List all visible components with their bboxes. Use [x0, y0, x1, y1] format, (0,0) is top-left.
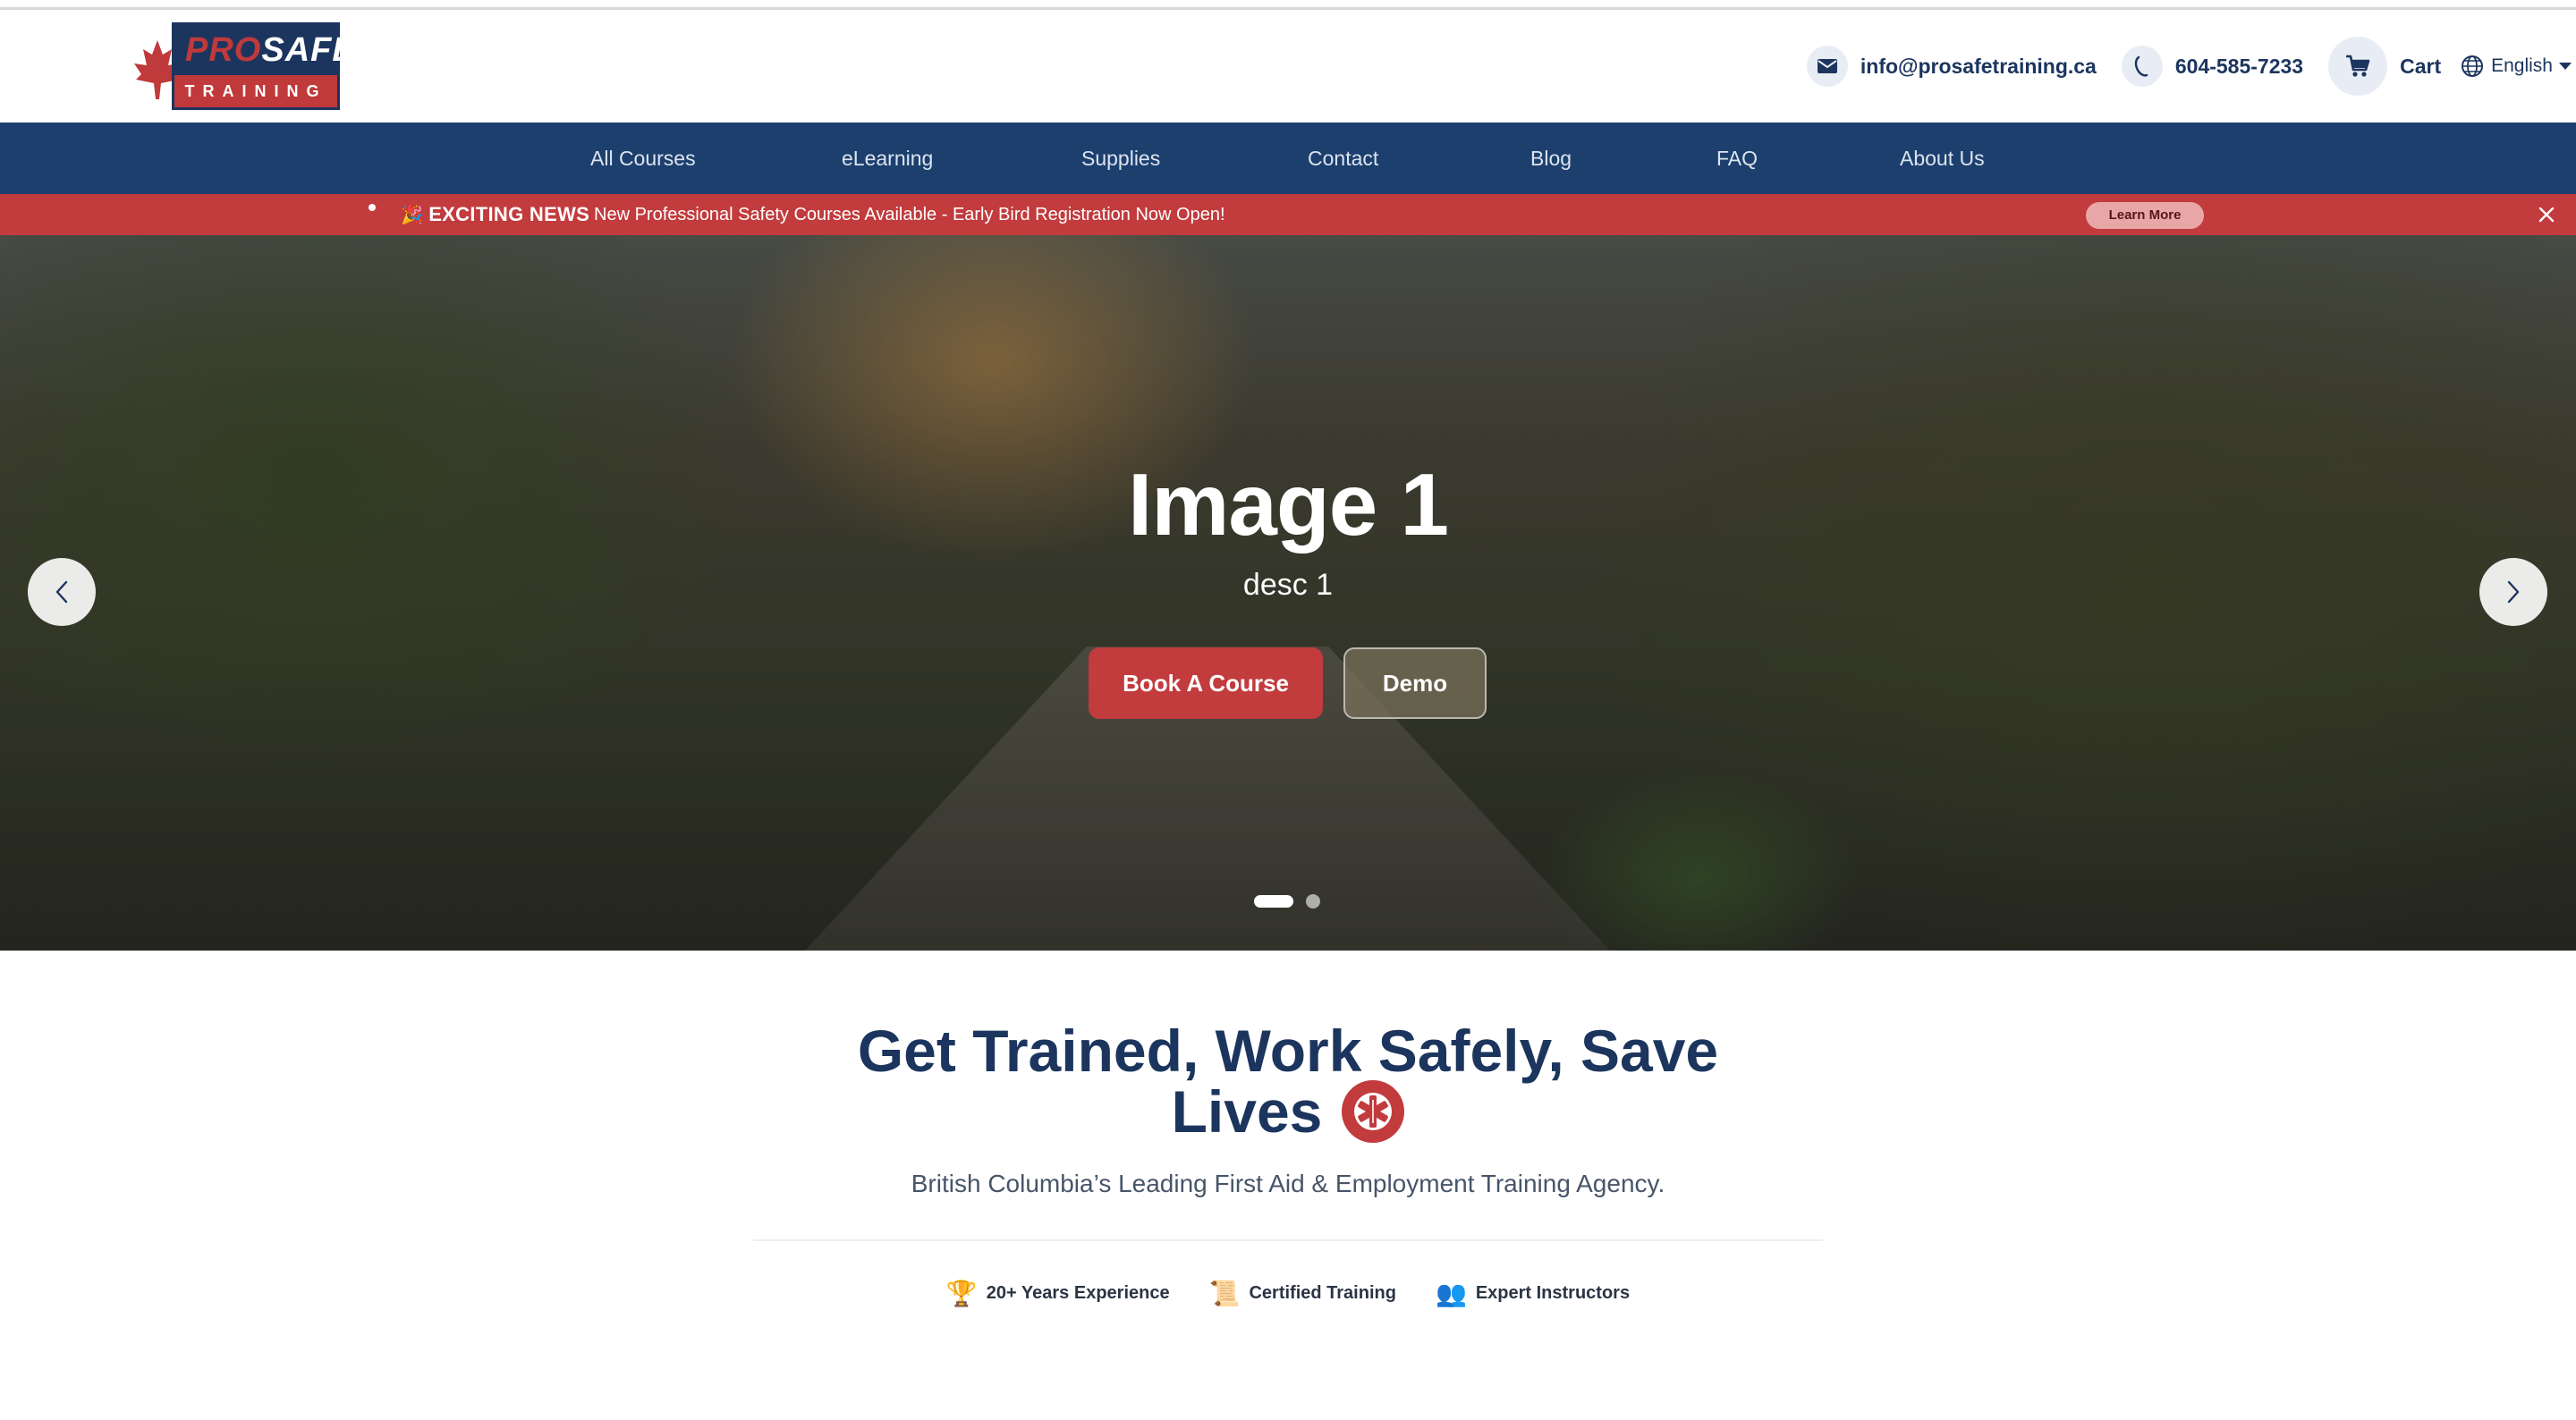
carousel-next-button[interactable] — [2479, 558, 2547, 626]
certificate-icon: 📜 — [1208, 1280, 1241, 1307]
intro-heading-line1: Get Trained, Work Safely, Save — [857, 1018, 1719, 1084]
language-selector[interactable]: English — [2491, 55, 2553, 77]
hero-carousel: Image 1 desc 1 Book A Course Demo — [0, 235, 2576, 951]
chevron-down-icon[interactable] — [2558, 61, 2572, 72]
announcement-dot — [369, 204, 376, 211]
feature-label: Certified Training — [1249, 1283, 1396, 1303]
email-link[interactable]: info@prosafetraining.ca — [1860, 55, 2097, 79]
announcement-message: New Professional Safety Courses Availabl… — [594, 205, 1225, 224]
logo-badge: PROSAFE TRAINING — [172, 22, 356, 110]
intro-heading-line2: Lives — [1171, 1078, 1323, 1145]
feature-label: Expert Instructors — [1475, 1283, 1631, 1303]
divider — [753, 1239, 1823, 1241]
chevron-left-icon — [55, 580, 68, 604]
prosafe-logo[interactable]: PROSAFE TRAINING — [132, 22, 356, 119]
phone-icon — [2121, 46, 2163, 87]
feature-item: 🏆 20+ Years Experience — [946, 1279, 1170, 1308]
feature-list: 🏆 20+ Years Experience 📜 Certified Train… — [0, 1279, 2576, 1308]
carousel-prev-button[interactable] — [28, 558, 96, 626]
feature-item: 👥 Expert Instructors — [1436, 1279, 1630, 1308]
nav-blog[interactable]: Blog — [1530, 123, 1572, 194]
email-icon — [1806, 46, 1848, 87]
globe-icon — [2462, 55, 2484, 77]
feature-item: 📜 Certified Training — [1209, 1279, 1396, 1308]
trophy-icon: 🏆 — [945, 1280, 978, 1307]
carousel-dot[interactable] — [1306, 894, 1320, 909]
nav-all-courses[interactable]: All Courses — [590, 123, 696, 194]
hero-title: Image 1 — [1128, 455, 1449, 554]
announcement-label: 🎉 EXCITING NEWS — [401, 203, 590, 225]
nav-about-us[interactable]: About Us — [1900, 123, 1985, 194]
logo-wordmark: PROSAFE — [185, 31, 356, 69]
chevron-right-icon — [2507, 580, 2520, 604]
top-border — [0, 0, 2576, 10]
demo-button[interactable]: Demo — [1343, 647, 1487, 719]
header-contact: info@prosafetraining.ca 604-585-7233 Car… — [1806, 37, 2576, 96]
nav-contact[interactable]: Contact — [1308, 123, 1378, 194]
phone-link[interactable]: 604-585-7233 — [2175, 55, 2303, 79]
carousel-indicators — [1254, 894, 1320, 909]
star-of-life-icon — [1342, 1080, 1405, 1143]
hero-description: desc 1 — [1242, 568, 1334, 602]
intro-subheading: British Columbia’s Leading First Aid & E… — [911, 1170, 1665, 1197]
announcement-bar: 🎉 EXCITING NEWS New Professional Safety C… — [0, 194, 2576, 235]
intro-heading: Get Trained, Work Safely, Save Lives — [0, 1021, 2576, 1143]
nav-supplies[interactable]: Supplies — [1081, 123, 1160, 194]
book-course-button[interactable]: Book A Course — [1089, 647, 1323, 719]
instructors-icon: 👥 — [1435, 1280, 1467, 1307]
party-icon: 🎉 — [401, 206, 424, 225]
intro-heading-line2-wrap: Lives — [1172, 1080, 1405, 1143]
nav-faq[interactable]: FAQ — [1716, 123, 1758, 194]
learn-more-button[interactable]: Learn More — [2086, 202, 2204, 229]
feature-label: 20+ Years Experience — [986, 1283, 1170, 1303]
nav-elearning[interactable]: eLearning — [842, 123, 933, 194]
logo-subtitle: TRAINING — [174, 75, 337, 107]
main-nav: All Courses eLearning Supplies Contact B… — [0, 123, 2576, 194]
close-icon[interactable] — [2533, 201, 2560, 228]
site-header: PROSAFE TRAINING info@prosafetraining.ca… — [0, 10, 2576, 123]
cart-icon[interactable] — [2328, 37, 2388, 96]
carousel-dot-active[interactable] — [1254, 895, 1293, 908]
cart-link[interactable]: Cart — [2400, 55, 2441, 79]
